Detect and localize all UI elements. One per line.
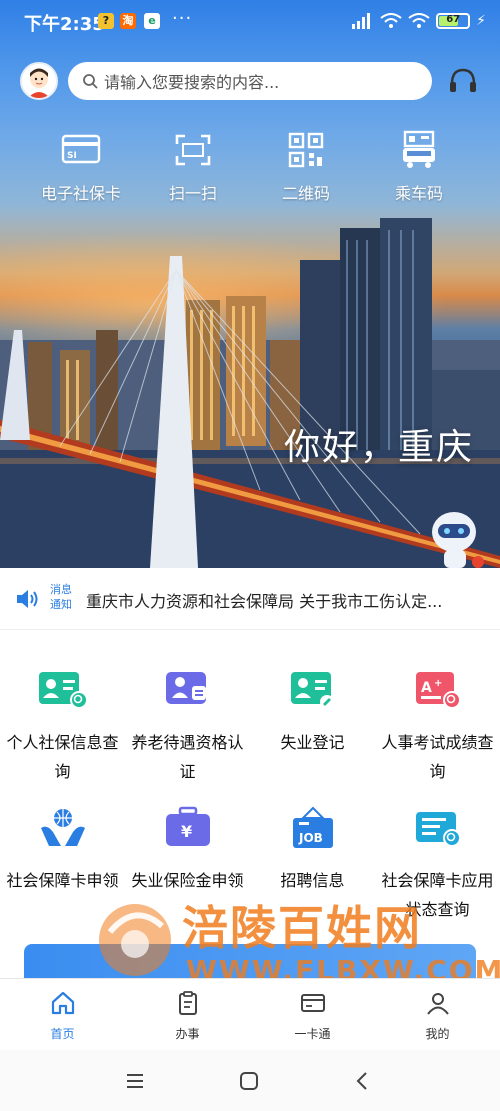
user-icon: [426, 993, 449, 1015]
search-bar[interactable]: 请输入您要搜索的内容...: [68, 62, 432, 100]
system-navigation-bar: [0, 1050, 500, 1111]
service-label: 招聘信息: [280, 871, 345, 890]
status-time: 下午2:35: [24, 14, 105, 35]
banner-greeting: 你好，重庆: [283, 427, 474, 468]
search-placeholder: 请输入您要搜索的内容...: [104, 73, 280, 92]
service-pension-certification[interactable]: 养老待遇资格认证: [125, 668, 250, 786]
card-status-icon: [415, 812, 461, 847]
service-label: 社会保障卡申领: [6, 871, 119, 890]
bottom-tab-bar: 首页 办事 一卡通 我的: [0, 978, 500, 1050]
status-indicators: 67 ⚡: [352, 12, 486, 30]
service-label: 养老待遇资格认证: [131, 733, 244, 781]
service-label: 人事考试成绩查询: [381, 733, 494, 781]
social-card-apply-icon: [40, 809, 85, 846]
qr-code-icon: [288, 132, 324, 168]
signal-icon: [352, 13, 371, 29]
more-notifications-icon: ···: [172, 8, 193, 29]
svg-text:+: +: [434, 678, 442, 689]
tab-profile[interactable]: 我的: [375, 989, 500, 1042]
service-label: 社会保障卡应用状态查询: [381, 871, 494, 919]
pension-certification-icon: [165, 672, 206, 704]
battery-percent: 67: [446, 14, 461, 25]
tab-label: 一卡通: [294, 1027, 331, 1041]
speaker-icon: [17, 590, 38, 608]
service-label: 失业保险金申领: [131, 871, 244, 890]
map-app-icon: ?: [98, 13, 114, 29]
social-security-card-icon: SI: [61, 134, 101, 164]
hero-banner: 下午2:35 ? 淘 e ··· 67 ⚡ 请输入您要搜索的内容... SI 电…: [0, 0, 500, 568]
recent-apps-icon[interactable]: [124, 1070, 146, 1092]
quick-action-label: 扫一扫: [168, 184, 217, 203]
tab-services[interactable]: 办事: [125, 989, 250, 1042]
notice-text[interactable]: 重庆市人力资源和社会保障局 关于我市工伤认定...: [86, 588, 486, 612]
quick-action-ss-card[interactable]: SI 电子社保卡: [26, 130, 136, 204]
card-icon: [300, 994, 325, 1012]
service-job-recruitment[interactable]: JOB 招聘信息: [250, 806, 375, 895]
tab-label: 首页: [50, 1027, 75, 1041]
svg-text:JOB: JOB: [298, 831, 323, 845]
bus-code-icon: [403, 130, 435, 168]
city-skyline-illustration: [0, 218, 500, 568]
unemployment-insurance-icon: ¥: [165, 806, 210, 846]
tab-label: 我的: [425, 1027, 450, 1041]
clipboard-icon: [178, 991, 197, 1015]
status-bar: 下午2:35 ? 淘 e ··· 67 ⚡: [0, 0, 500, 40]
battery-icon: 67: [436, 13, 471, 29]
scan-icon: [175, 134, 211, 166]
customer-service-icon[interactable]: [446, 64, 480, 98]
avatar[interactable]: [20, 62, 58, 100]
svg-text:A: A: [421, 680, 432, 696]
service-label: 失业登记: [280, 733, 345, 752]
taobao-app-icon: 淘: [120, 13, 136, 29]
quick-action-qr[interactable]: 二维码: [251, 130, 361, 204]
wifi-icon: [380, 13, 402, 28]
service-label: 个人社保信息查询: [6, 733, 119, 781]
svg-text:SI: SI: [67, 151, 77, 161]
service-unemployment-insurance[interactable]: ¥ 失业保险金申领: [125, 806, 250, 895]
svg-text:¥: ¥: [181, 822, 192, 841]
job-recruitment-icon: JOB: [292, 806, 333, 848]
unemployment-registration-icon: [290, 672, 334, 709]
home-button-icon[interactable]: [238, 1070, 260, 1092]
tab-label: 办事: [175, 1027, 200, 1041]
quick-action-bus-code[interactable]: 乘车码: [364, 130, 474, 204]
service-personal-social-security[interactable]: 个人社保信息查询: [0, 668, 125, 786]
search-icon: [83, 74, 98, 89]
back-icon[interactable]: [352, 1070, 374, 1092]
exam-score-icon: A +: [415, 672, 461, 709]
notice-tag: 消息通知: [50, 583, 72, 611]
service-unemployment-registration[interactable]: 失业登记: [250, 668, 375, 757]
quick-action-label: 乘车码: [394, 184, 443, 203]
quick-action-label: 二维码: [281, 184, 330, 203]
personal-social-security-icon: [38, 672, 88, 709]
tab-home[interactable]: 首页: [0, 989, 125, 1042]
service-social-card-apply[interactable]: 社会保障卡申领: [0, 806, 125, 895]
service-card-status[interactable]: 社会保障卡应用状态查询: [375, 806, 500, 924]
wifi-icon-secondary: [408, 13, 430, 28]
quick-action-scan[interactable]: 扫一扫: [138, 130, 248, 204]
user-avatar-icon: [28, 68, 50, 98]
tab-card[interactable]: 一卡通: [250, 989, 375, 1042]
notice-bar[interactable]: 消息通知 重庆市人力资源和社会保障局 关于我市工伤认定...: [0, 568, 500, 630]
home-icon: [51, 991, 74, 1015]
charging-icon: ⚡: [476, 13, 486, 29]
quick-action-label: 电子社保卡: [40, 184, 121, 203]
service-exam-score[interactable]: A + 人事考试成绩查询: [375, 668, 500, 786]
bank-app-icon: e: [144, 13, 160, 29]
